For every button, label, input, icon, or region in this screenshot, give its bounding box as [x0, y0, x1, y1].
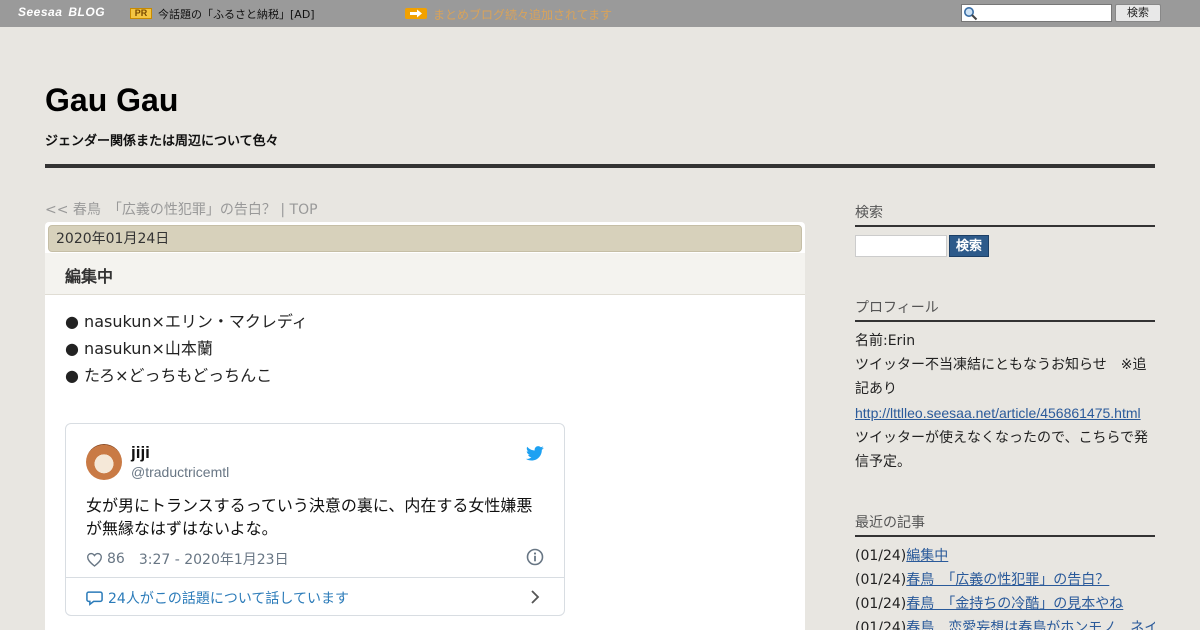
embedded-tweet[interactable]: jiji @traductricemtl 女が男にトランスするっていう決意の裏に…	[65, 423, 565, 616]
list-item: (01/24)編集中	[855, 544, 1155, 568]
top-link[interactable]: TOP	[290, 202, 318, 218]
breadcrumb-separator: |	[275, 202, 290, 218]
recent-date: (01/24)	[855, 620, 907, 630]
recent-article-link[interactable]: 編集中	[906, 548, 948, 564]
header-divider	[45, 164, 1155, 168]
sidebar-recent-heading: 最近の記事	[855, 512, 1155, 537]
logo-primary: Seesaa	[18, 5, 63, 19]
search-icon	[964, 7, 978, 21]
list-item: ● nasukun×エリン・マクレディ	[65, 312, 308, 331]
prev-article-link[interactable]: << 春鳥 「広義の性犯罪」の告白？	[45, 202, 276, 218]
list-item: ● たろ×どっちもどっちんこ	[65, 366, 273, 385]
sidebar-search-input[interactable]	[855, 235, 947, 257]
profile-notice: ツイッター不当凍結にともなうお知らせ ※追記あり	[855, 357, 1147, 397]
sidebar-profile-heading: プロフィール	[855, 297, 1155, 322]
post-list: ● nasukun×エリン・マクレディ ● nasukun×山本蘭 ● たろ×ど…	[65, 308, 308, 389]
list-item: ● nasukun×山本蘭	[65, 339, 213, 358]
list-item: (01/24)春鳥 恋愛妄想は春鳥がホンモノ ネイ	[855, 616, 1155, 630]
recent-date: (01/24)	[855, 596, 907, 612]
top-bar: Seesaa BLOG PR 今話題の「ふるさと納税」[AD] まとめブログ続々追…	[0, 0, 1200, 27]
recent-article-link[interactable]: 春鳥 恋愛妄想は春鳥がホンモノ ネイ	[906, 620, 1155, 630]
profile-note: ツイッターが使えなくなったので、こちらで発信予定。	[855, 430, 1149, 470]
heart-icon[interactable]	[86, 552, 103, 567]
recent-article-link[interactable]: 春鳥 「金持ちの冷酷」の見本やね	[906, 596, 1123, 612]
sidebar-search-heading: 検索	[855, 202, 1155, 227]
recent-article-link[interactable]: 春鳥 「広義の性犯罪」の告白？	[906, 572, 1109, 588]
sidebar-search-button[interactable]: 検索	[949, 235, 989, 257]
post-title-bar: 編集中	[45, 253, 805, 295]
arrow-right-icon	[405, 8, 427, 19]
post-title[interactable]: 編集中	[65, 263, 113, 287]
list-item: (01/24)春鳥 「金持ちの冷酷」の見本やね	[855, 592, 1155, 616]
tweet-author-handle[interactable]: @traductricemtl	[131, 464, 229, 480]
list-item: (01/24)春鳥 「広義の性犯罪」の告白？	[855, 568, 1155, 592]
notice-link[interactable]: まとめブログ続々追加されてます	[433, 6, 612, 23]
tweet-timestamp[interactable]: 3:27 - 2020年1月23日	[139, 549, 289, 569]
pr-badge: PR	[130, 8, 152, 19]
recent-articles: (01/24)編集中 (01/24)春鳥 「広義の性犯罪」の告白？ (01/24…	[855, 544, 1155, 630]
profile-link[interactable]: http://lttlleo.seesaa.net/article/456861…	[855, 405, 1141, 421]
tweet-conversation-link[interactable]: 24人がこの話題について話しています	[86, 588, 349, 608]
tweet-like-count: 86	[107, 551, 125, 567]
avatar[interactable]	[86, 444, 122, 480]
blog-description: ジェンダー関係または周辺について色々	[45, 134, 279, 149]
logo-secondary: BLOG	[68, 5, 106, 19]
recent-date: (01/24)	[855, 548, 907, 564]
chevron-right-icon[interactable]	[530, 590, 540, 604]
twitter-bird-icon[interactable]	[526, 446, 544, 461]
tweet-conversation-text: 24人がこの話題について話しています	[108, 591, 349, 607]
blog-title[interactable]: Gau Gau	[45, 82, 178, 119]
recent-date: (01/24)	[855, 572, 907, 588]
profile-name: 名前:Erin	[855, 333, 916, 349]
breadcrumb: << 春鳥 「広義の性犯罪」の告白？ | TOP	[45, 199, 318, 219]
article: 2020年01月24日 編集中 ● nasukun×エリン・マクレディ ● na…	[45, 222, 805, 630]
speech-bubble-icon	[86, 591, 103, 606]
tweet-text: 女が男にトランスするっていう決意の裏に、内在する女性嫌悪が無縁なはずはないよな。	[86, 496, 533, 538]
tweet-author-name[interactable]: jiji	[131, 443, 150, 463]
pr-ad-link[interactable]: 今話題の「ふるさと納税」[AD]	[158, 6, 315, 22]
post-date: 2020年01月24日	[48, 225, 802, 252]
tweet-meta: 86 3:27 - 2020年1月23日	[86, 549, 289, 569]
info-icon[interactable]	[526, 548, 544, 566]
top-search-input[interactable]	[961, 4, 1112, 22]
seesaa-blog-logo[interactable]: Seesaa BLOG	[18, 5, 105, 19]
top-search-button[interactable]: 検索	[1115, 4, 1161, 22]
profile-section: 名前:Erin ツイッター不当凍結にともなうお知らせ ※追記あり http://…	[855, 329, 1155, 474]
tweet-divider	[66, 577, 564, 578]
